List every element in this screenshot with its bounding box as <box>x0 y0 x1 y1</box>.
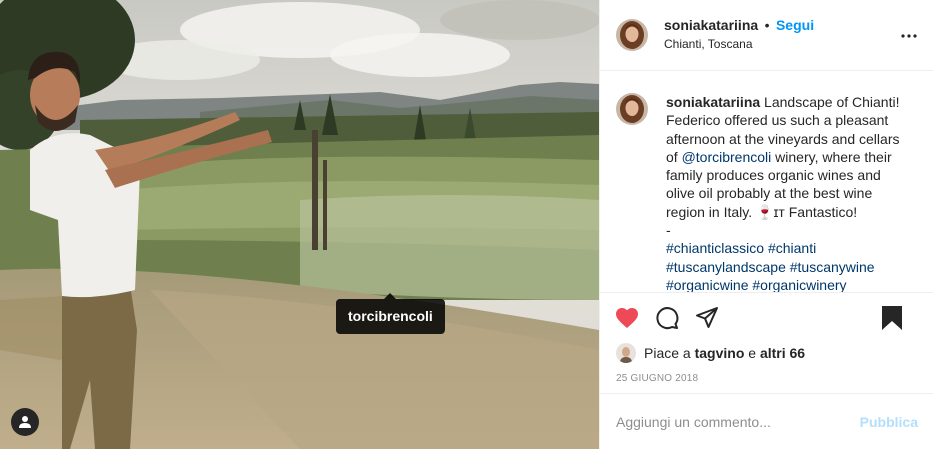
header-username[interactable]: soniakatariina <box>664 17 758 33</box>
vineyard-photo <box>0 0 599 449</box>
action-bar <box>600 293 933 343</box>
caption-avatar[interactable] <box>616 93 648 125</box>
caption-text: soniakatariina Landscape of Chianti! Fed… <box>666 93 906 292</box>
heart-filled-icon <box>616 308 638 328</box>
follow-button[interactable]: Segui <box>776 17 814 33</box>
user-icon <box>19 416 31 428</box>
likes-user[interactable]: tagvino <box>695 345 745 361</box>
location-link[interactable]: Chianti, Toscana <box>664 36 814 53</box>
more-options-button[interactable] <box>897 26 921 46</box>
share-button[interactable] <box>694 305 720 331</box>
comment-form: Pubblica <box>600 393 933 449</box>
share-icon <box>696 307 718 328</box>
liker-avatar[interactable] <box>616 343 636 363</box>
bookmark-filled-icon <box>882 306 902 330</box>
likes-others[interactable]: altri 66 <box>760 345 805 361</box>
comment-input[interactable] <box>616 413 852 430</box>
photo-tag-label[interactable]: torcibrencoli <box>336 293 445 334</box>
caption-username[interactable]: soniakatariina <box>666 94 760 110</box>
header-separator: • <box>764 17 770 33</box>
post-photo[interactable]: torcibrencoli <box>0 0 599 449</box>
comment-icon <box>656 307 679 330</box>
tagged-users-button[interactable] <box>11 408 39 436</box>
likes-summary: Piace a tagvino e altri 66 <box>600 343 933 363</box>
likes-conjunction: e <box>748 345 757 361</box>
caption-hashtags[interactable]: #chianticlassico #chianti #tuscanylandsc… <box>666 240 875 292</box>
more-horizontal-icon <box>901 34 917 38</box>
post-side-panel: soniakatariina • Segui Chianti, Toscana <box>599 0 933 449</box>
likes-prefix: Piace a <box>644 345 691 361</box>
post-header: soniakatariina • Segui Chianti, Toscana <box>600 0 933 71</box>
post-date[interactable]: 25 GIUGNO 2018 <box>600 363 933 391</box>
caption-mention[interactable]: @torcibrencoli <box>682 149 772 165</box>
publish-button[interactable]: Pubblica <box>860 414 918 430</box>
like-button[interactable] <box>614 305 640 331</box>
save-button[interactable] <box>879 305 905 331</box>
caption-dash: - <box>666 222 671 239</box>
avatar[interactable] <box>616 19 648 51</box>
comment-button[interactable] <box>654 305 680 331</box>
caption-section: soniakatariina Landscape of Chianti! Fed… <box>600 71 933 293</box>
